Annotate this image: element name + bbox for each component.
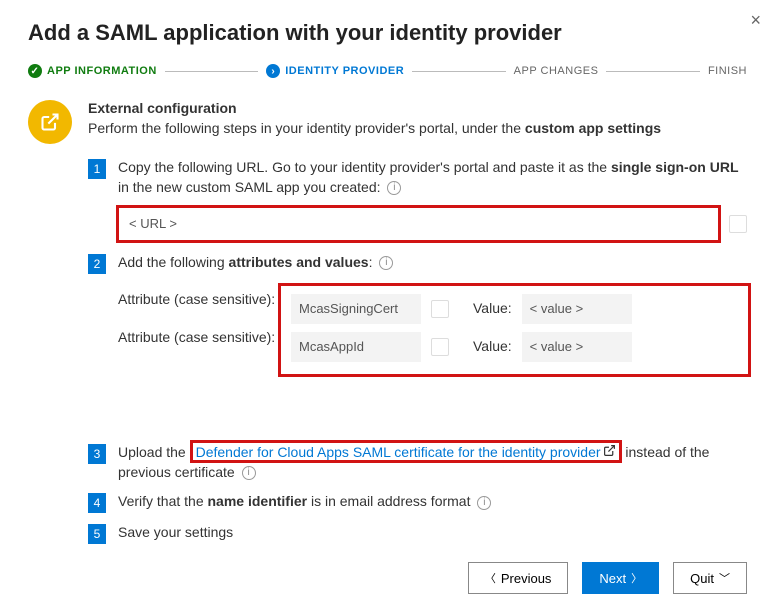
attr-value-field[interactable]: < value > bbox=[522, 332, 632, 362]
section-description: Perform the following steps in your iden… bbox=[88, 120, 661, 136]
step5-text: Save your settings bbox=[118, 524, 233, 540]
value-label: Value: bbox=[473, 299, 512, 319]
attr-label: Attribute (case sensitive): bbox=[118, 328, 282, 348]
step-label: FINISH bbox=[708, 65, 747, 77]
copy-icon[interactable] bbox=[431, 300, 449, 318]
arrow-right-icon: › bbox=[266, 64, 280, 78]
step-number: 5 bbox=[88, 524, 106, 544]
copy-icon[interactable] bbox=[729, 215, 747, 233]
step1-text: Copy the following URL. Go to your ident… bbox=[118, 159, 739, 195]
previous-button[interactable]: 〈 Previous bbox=[468, 562, 569, 594]
step-number: 3 bbox=[88, 444, 106, 464]
value-label: Value: bbox=[473, 337, 512, 357]
checkmark-icon: ✓ bbox=[28, 64, 42, 78]
step-number: 2 bbox=[88, 254, 106, 274]
step3-pre: Upload the bbox=[118, 444, 190, 460]
step-number: 1 bbox=[88, 159, 106, 179]
step-number: 4 bbox=[88, 493, 106, 513]
wizard-stepper: ✓ APP INFORMATION › IDENTITY PROVIDER AP… bbox=[28, 64, 747, 78]
info-icon[interactable]: i bbox=[387, 181, 401, 195]
step-identity-provider[interactable]: › IDENTITY PROVIDER bbox=[266, 64, 404, 78]
sso-url-field[interactable]: < URL > bbox=[116, 205, 721, 243]
attr-name-field[interactable]: McasSigningCert bbox=[291, 294, 421, 324]
chevron-down-icon: ﹀ bbox=[719, 570, 730, 586]
attr-label: Attribute (case sensitive): bbox=[118, 290, 282, 310]
info-icon[interactable]: i bbox=[242, 466, 256, 480]
step-label: APP CHANGES bbox=[514, 65, 599, 77]
attr-value-field[interactable]: < value > bbox=[522, 294, 632, 324]
step-finish[interactable]: FINISH bbox=[708, 65, 747, 77]
info-icon[interactable]: i bbox=[379, 256, 393, 270]
attr-name-field[interactable]: McasAppId bbox=[291, 332, 421, 362]
info-icon[interactable]: i bbox=[477, 496, 491, 510]
external-link-icon bbox=[603, 443, 616, 463]
quit-button[interactable]: Quit ﹀ bbox=[673, 562, 747, 594]
chevron-left-icon: 〈 bbox=[485, 570, 496, 586]
chevron-right-icon: 〉 bbox=[631, 570, 642, 586]
dialog-title: Add a SAML application with your identit… bbox=[28, 20, 747, 46]
step-app-changes[interactable]: APP CHANGES bbox=[514, 65, 599, 77]
step-label: IDENTITY PROVIDER bbox=[285, 65, 404, 77]
step-label: APP INFORMATION bbox=[47, 65, 157, 77]
close-icon[interactable]: × bbox=[750, 10, 761, 31]
copy-icon[interactable] bbox=[431, 338, 449, 356]
external-link-icon bbox=[28, 100, 72, 144]
step-app-information[interactable]: ✓ APP INFORMATION bbox=[28, 64, 157, 78]
cert-download-link[interactable]: Defender for Cloud Apps SAML certificate… bbox=[190, 440, 622, 463]
next-button[interactable]: Next 〉 bbox=[582, 562, 659, 594]
section-title: External configuration bbox=[88, 100, 661, 116]
step4-text: Verify that the name identifier is in em… bbox=[118, 493, 474, 509]
step2-text: Add the following attributes and values: bbox=[118, 254, 376, 270]
